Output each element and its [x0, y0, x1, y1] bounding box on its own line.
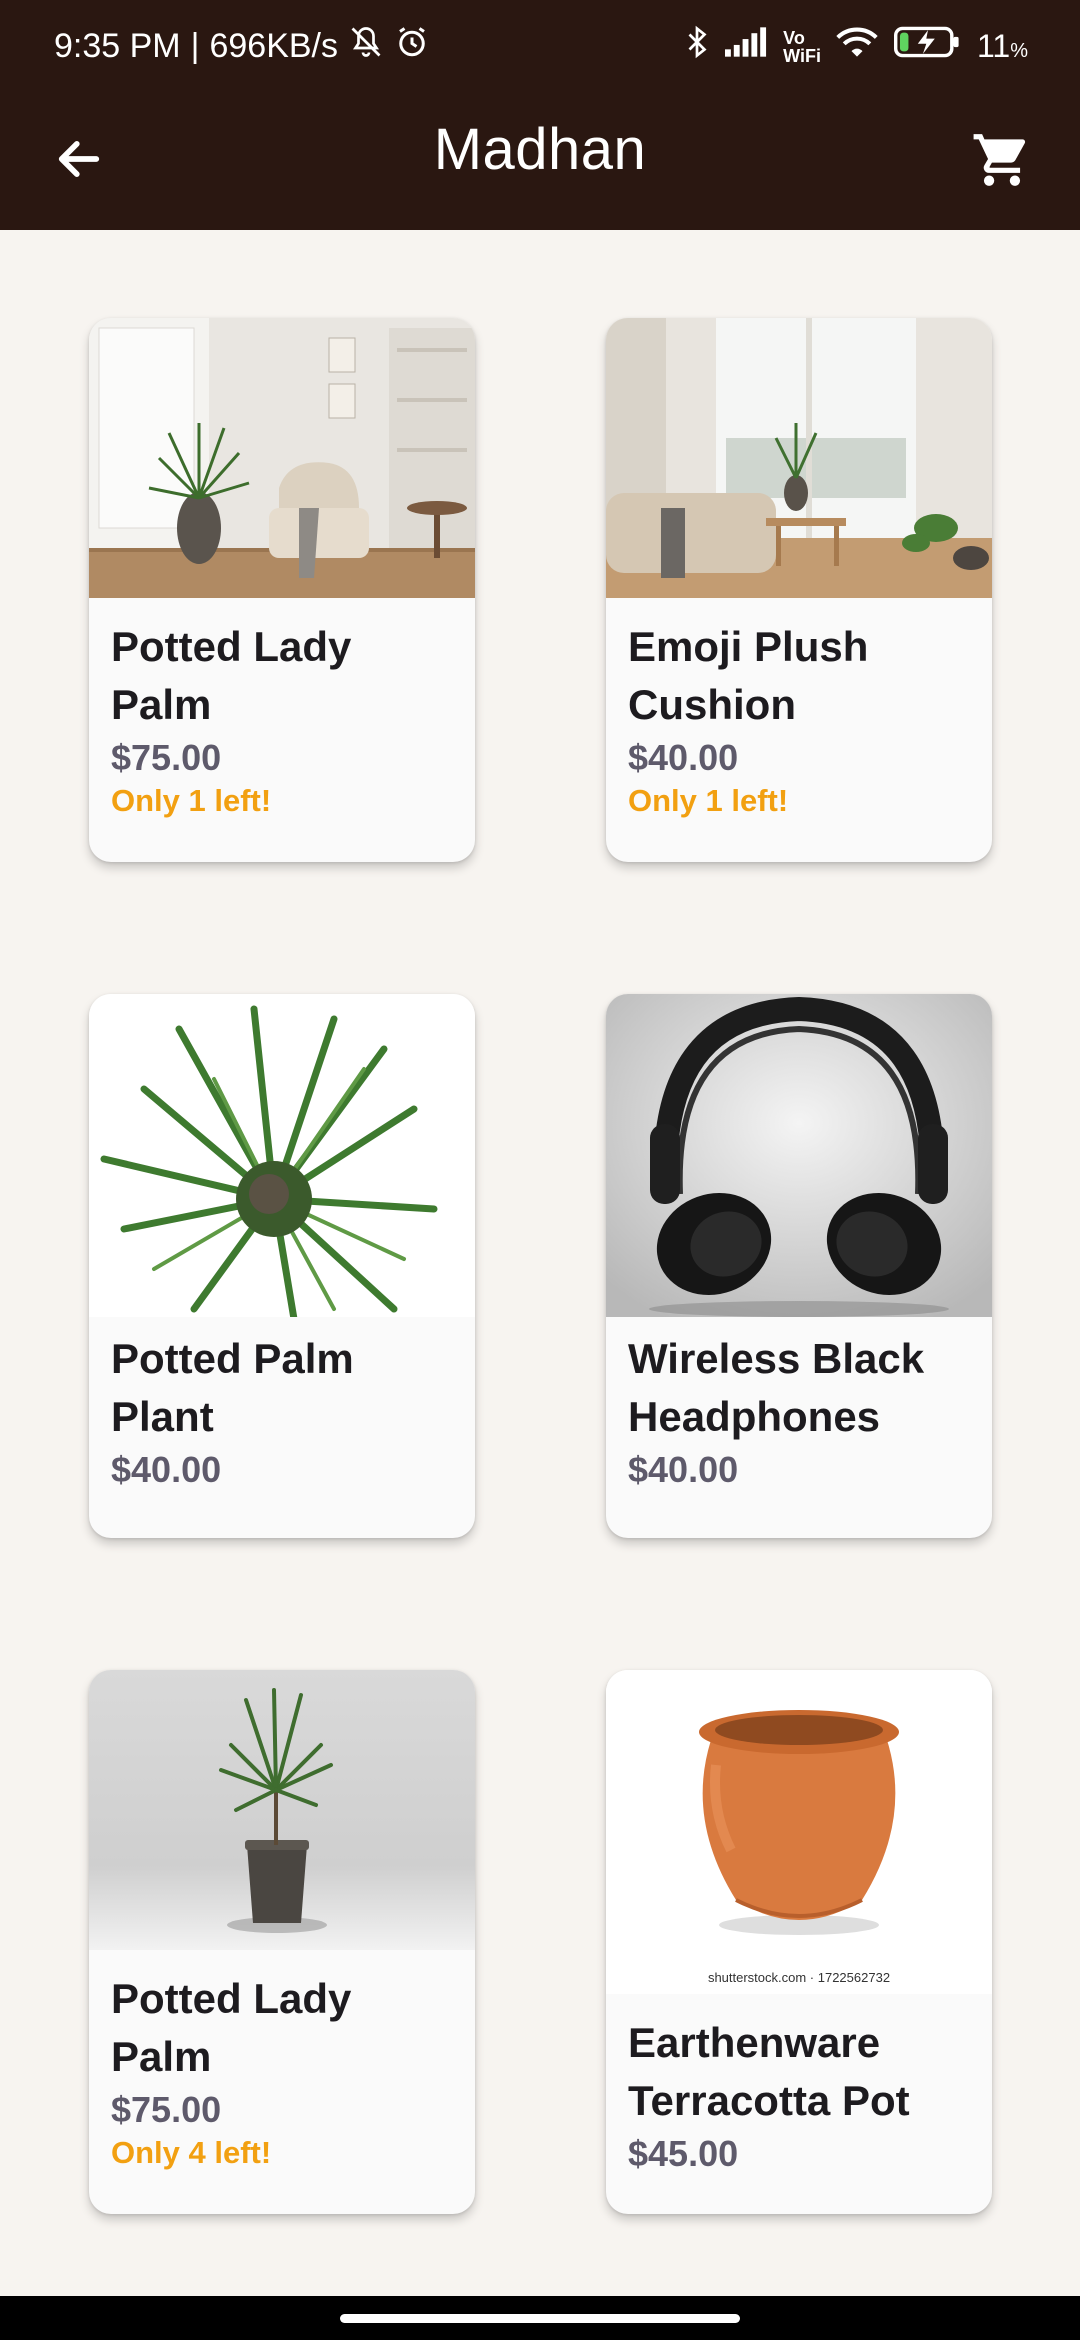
home-indicator[interactable]	[340, 2314, 740, 2323]
product-price: $45.00	[628, 2133, 739, 2174]
status-time: 9:35 PM	[54, 27, 181, 65]
product-card[interactable]: Potted Palm Plant $40.00	[89, 994, 475, 1538]
product-price: $75.00	[111, 737, 222, 778]
mute-notification-icon	[348, 24, 384, 69]
wifi-icon	[835, 25, 879, 68]
page-title: Madhan	[433, 117, 647, 182]
product-card[interactable]: shutterstock.com · 1722562732 Earthenwar…	[606, 1670, 992, 2214]
signal-icon	[725, 27, 769, 66]
status-bar: 9:35 PM | 696KB/s Vo WiFi 11%	[0, 0, 1080, 96]
app-bar: Madhan	[0, 96, 1080, 230]
product-card[interactable]: Emoji Plush Cushion $40.00 Only 1 left!	[606, 318, 992, 862]
product-image-living-room-chair	[606, 318, 992, 598]
product-price: $75.00	[111, 2089, 222, 2130]
product-price: $40.00	[628, 737, 739, 778]
product-image-palm-plant	[89, 994, 475, 1317]
vowifi-icon: Vo WiFi	[783, 27, 821, 66]
product-card[interactable]: Potted Lady Palm $75.00 Only 1 left!	[89, 318, 475, 862]
battery-level: 11%	[976, 28, 1028, 64]
product-name: Wireless Black Headphones	[628, 1335, 925, 1440]
status-left: 9:35 PM | 696KB/s	[54, 24, 430, 69]
product-image-living-room-palm	[89, 318, 475, 598]
product-price: $40.00	[111, 1449, 222, 1490]
product-name: Emoji Plush Cushion	[628, 623, 869, 728]
product-price: $40.00	[628, 1449, 739, 1490]
product-image-potted-lady-palm	[89, 1670, 475, 1950]
product-card[interactable]: Potted Lady Palm $75.00 Only 4 left!	[89, 1670, 475, 2214]
product-name: Potted Lady Palm	[111, 623, 352, 728]
battery-charging-icon	[893, 25, 963, 68]
product-card[interactable]: Wireless Black Headphones $40.00	[606, 994, 992, 1538]
alarm-icon	[394, 24, 430, 69]
product-name: Potted Palm Plant	[111, 1335, 354, 1440]
shopping-cart-icon	[973, 134, 1026, 186]
bluetooth-icon	[683, 24, 711, 69]
status-separator: |	[190, 27, 200, 65]
status-right: Vo WiFi 11%	[683, 24, 1028, 69]
cart-button[interactable]	[960, 118, 1044, 202]
status-net-speed: 696KB/s	[209, 27, 338, 65]
image-watermark: shutterstock.com · 1722562732	[707, 1970, 891, 1985]
stock-warning: Only 1 left!	[628, 783, 789, 818]
product-name: Earthenware Terracotta Pot	[628, 2019, 910, 2124]
stock-warning: Only 4 left!	[111, 2135, 272, 2170]
product-name: Potted Lady Palm	[111, 1975, 352, 2080]
product-image-terracotta-pot: shutterstock.com · 1722562732	[606, 1670, 992, 1994]
product-image-headphones	[606, 994, 992, 1317]
stock-warning: Only 1 left!	[111, 783, 272, 818]
